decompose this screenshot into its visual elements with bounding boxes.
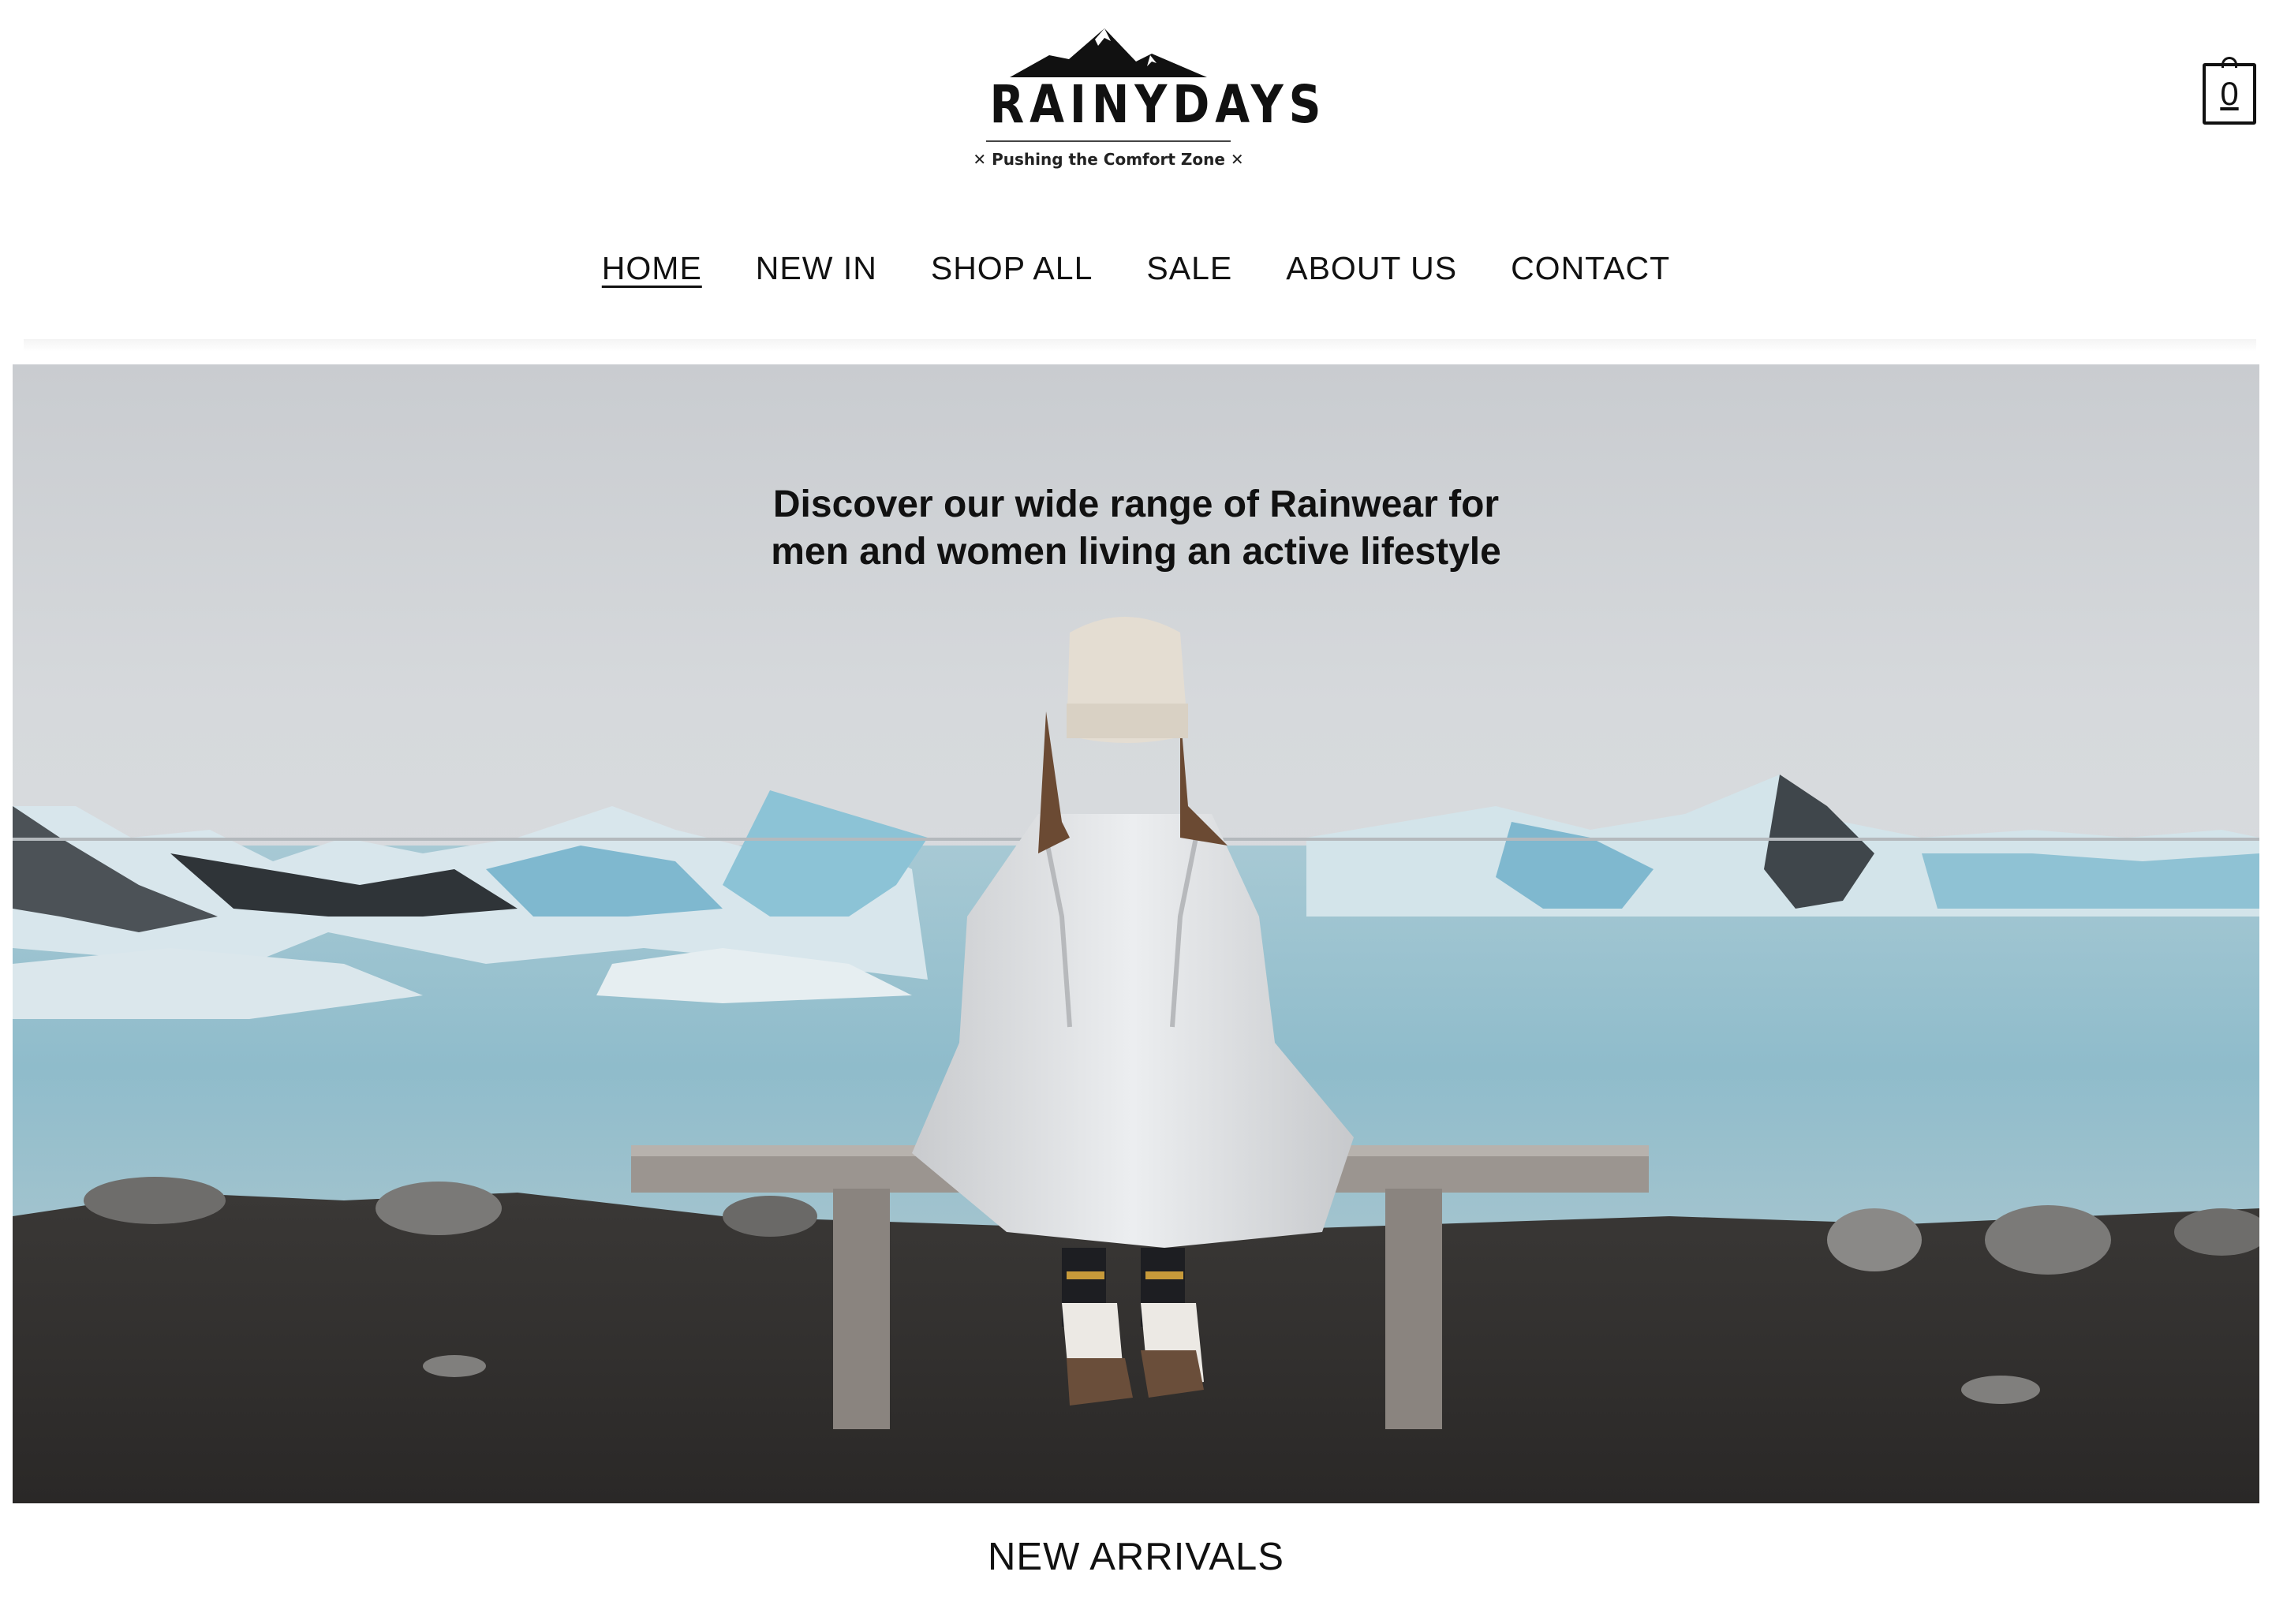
site-header: RAINYDAYS ✕ Pushing the Comfort Zone ✕ 0… [0,0,2272,355]
cart-button[interactable]: 0 [2203,57,2256,125]
nav-item-new-in[interactable]: NEW IN [729,252,904,285]
nav-item-home[interactable]: HOME [575,252,729,285]
nav-item-shop-all[interactable]: SHOP ALL [904,252,1120,285]
shopping-bag-icon [2222,57,2237,68]
nav-item-contact[interactable]: CONTACT [1484,252,1697,285]
hero-heading-line-1: Discover our wide range of Rainwear for [772,483,1500,525]
hero-heading-line-2: men and women living an active lifestyle [771,531,1501,573]
main-nav: HOME NEW IN SHOP ALL SALE ABOUT US CONTA… [0,245,2272,292]
nav-item-about-us[interactable]: ABOUT US [1259,252,1484,285]
cart-count: 0 [2220,75,2239,112]
hero-banner: Discover our wide range of Rainwear for … [13,364,2259,1503]
nav-item-sale[interactable]: SALE [1119,252,1259,285]
brand-logo[interactable]: RAINYDAYS ✕ Pushing the Comfort Zone ✕ [970,24,1327,181]
brand-name: RAINYDAYS [989,74,1327,135]
hero-heading: Discover our wide range of Rainwear for … [13,481,2259,576]
header-divider [24,339,2256,352]
brand-tagline: ✕ Pushing the Comfort Zone ✕ [973,150,1244,169]
new-arrivals-title: NEW ARRIVALS [988,1536,1284,1578]
logo-divider [986,140,1231,142]
